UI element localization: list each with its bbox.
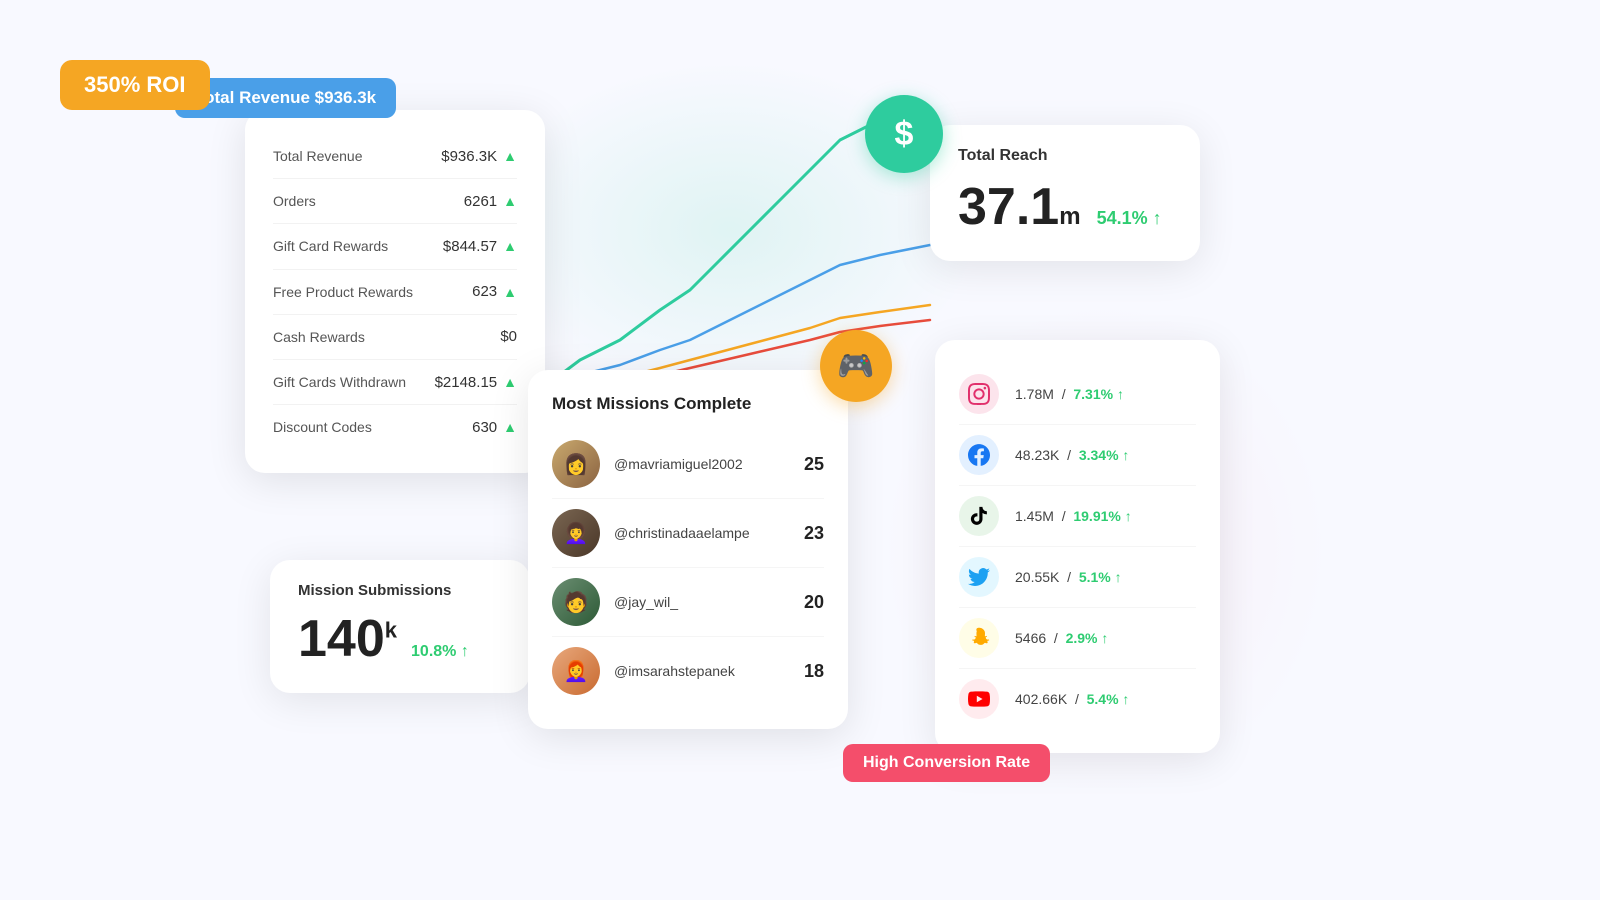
facebook-icon: [959, 435, 999, 475]
stats-label-discount: Discount Codes: [273, 418, 372, 436]
tiktok-icon: [959, 496, 999, 536]
mission-user-3: @jay_wil_: [614, 594, 790, 610]
mission-submissions-value: 140k: [298, 613, 397, 665]
social-row-tiktok: 1.45M / 19.91% ↑: [959, 486, 1196, 547]
stats-value-revenue: $936.3K ▲: [441, 148, 517, 165]
mission-count-3: 20: [804, 592, 824, 613]
stats-value-discount: 630 ▲: [472, 419, 517, 436]
stats-label-withdrawn: Gift Cards Withdrawn: [273, 373, 406, 391]
twitter-stats: 20.55K / 5.1% ↑: [1015, 569, 1196, 585]
arrow-discount: ▲: [503, 419, 517, 435]
arrow-orders: ▲: [503, 193, 517, 209]
mission-submissions-percent: 10.8% ↑: [411, 643, 469, 661]
facebook-stats: 48.23K / 3.34% ↑: [1015, 447, 1196, 463]
most-missions-card: Most Missions Complete 👩 @mavriamiguel20…: [528, 370, 848, 729]
social-row-twitter: 20.55K / 5.1% ↑: [959, 547, 1196, 608]
stats-label-orders: Orders: [273, 192, 316, 210]
stats-label-giftcard: Gift Card Rewards: [273, 237, 388, 255]
avatar-1: 👩: [552, 440, 600, 488]
snapchat-icon: [959, 618, 999, 658]
mission-submissions-card: Mission Submissions 140k 10.8% ↑: [270, 560, 530, 693]
stats-row-giftcard: Gift Card Rewards $844.57 ▲: [273, 224, 517, 269]
social-card: 1.78M / 7.31% ↑ 48.23K / 3.34% ↑ 1.45M /…: [935, 340, 1220, 753]
stats-label-freeproduct: Free Product Rewards: [273, 283, 413, 301]
most-missions-title: Most Missions Complete: [552, 394, 824, 414]
instagram-stats: 1.78M / 7.31% ↑: [1015, 386, 1196, 402]
stats-row-revenue: Total Revenue $936.3K ▲: [273, 134, 517, 179]
stats-label-cash: Cash Rewards: [273, 328, 365, 346]
mission-count-2: 23: [804, 523, 824, 544]
youtube-icon: [959, 679, 999, 719]
arrow-revenue: ▲: [503, 148, 517, 164]
dollar-icon: $: [895, 115, 914, 154]
social-row-youtube: 402.66K / 5.4% ↑: [959, 669, 1196, 729]
high-conversion-badge: High Conversion Rate: [843, 744, 1050, 782]
mission-user-1: @mavriamiguel2002: [614, 456, 790, 472]
mission-user-4: @imsarahstepanek: [614, 663, 790, 679]
total-reach-value: 37.1m: [958, 181, 1081, 233]
game-controller-circle: 🎮: [820, 330, 892, 402]
total-reach-title: Total Reach: [958, 147, 1172, 165]
snapchat-stats: 5466 / 2.9% ↑: [1015, 630, 1196, 646]
social-row-facebook: 48.23K / 3.34% ↑: [959, 425, 1196, 486]
youtube-stats: 402.66K / 5.4% ↑: [1015, 691, 1196, 707]
avatar-3: 🧑: [552, 578, 600, 626]
arrow-giftcard: ▲: [503, 238, 517, 254]
total-reach-card: Total Reach 37.1m 54.1% ↑: [930, 125, 1200, 261]
social-row-instagram: 1.78M / 7.31% ↑: [959, 364, 1196, 425]
stats-label-revenue: Total Revenue: [273, 147, 363, 165]
stats-value-freeproduct: 623 ▲: [472, 283, 517, 300]
roi-badge: 350% ROI: [60, 60, 210, 110]
stats-row-withdrawn: Gift Cards Withdrawn $2148.15 ▲: [273, 360, 517, 405]
tiktok-stats: 1.45M / 19.91% ↑: [1015, 508, 1196, 524]
instagram-icon: [959, 374, 999, 414]
twitter-icon: [959, 557, 999, 597]
stats-value-cash: $0: [500, 328, 517, 345]
mission-row-2: 👩‍🦱 @christinadaaelampe 23: [552, 499, 824, 568]
mission-row-4: 👩‍🦰 @imsarahstepanek 18: [552, 637, 824, 705]
arrow-freeproduct: ▲: [503, 284, 517, 300]
avatar-2: 👩‍🦱: [552, 509, 600, 557]
stats-value-withdrawn: $2148.15 ▲: [435, 374, 517, 391]
stats-row-cash: Cash Rewards $0: [273, 315, 517, 360]
game-controller-icon: 🎮: [837, 349, 874, 384]
mission-count-4: 18: [804, 661, 824, 682]
social-row-snapchat: 5466 / 2.9% ↑: [959, 608, 1196, 669]
mission-submissions-title: Mission Submissions: [298, 582, 502, 599]
mission-user-2: @christinadaaelampe: [614, 525, 790, 541]
arrow-withdrawn: ▲: [503, 374, 517, 390]
stats-row-orders: Orders 6261 ▲: [273, 179, 517, 224]
mission-count-1: 25: [804, 454, 824, 475]
stats-card: Total Revenue $936.3K ▲ Orders 6261 ▲ Gi…: [245, 110, 545, 473]
total-reach-percent: 54.1% ↑: [1097, 208, 1162, 229]
stats-row-discount: Discount Codes 630 ▲: [273, 405, 517, 449]
mission-row-3: 🧑 @jay_wil_ 20: [552, 568, 824, 637]
avatar-4: 👩‍🦰: [552, 647, 600, 695]
stats-row-freeproduct: Free Product Rewards 623 ▲: [273, 270, 517, 315]
mission-row-1: 👩 @mavriamiguel2002 25: [552, 430, 824, 499]
stats-value-orders: 6261 ▲: [464, 193, 517, 210]
stats-value-giftcard: $844.57 ▲: [443, 238, 517, 255]
dollar-icon-circle: $: [865, 95, 943, 173]
